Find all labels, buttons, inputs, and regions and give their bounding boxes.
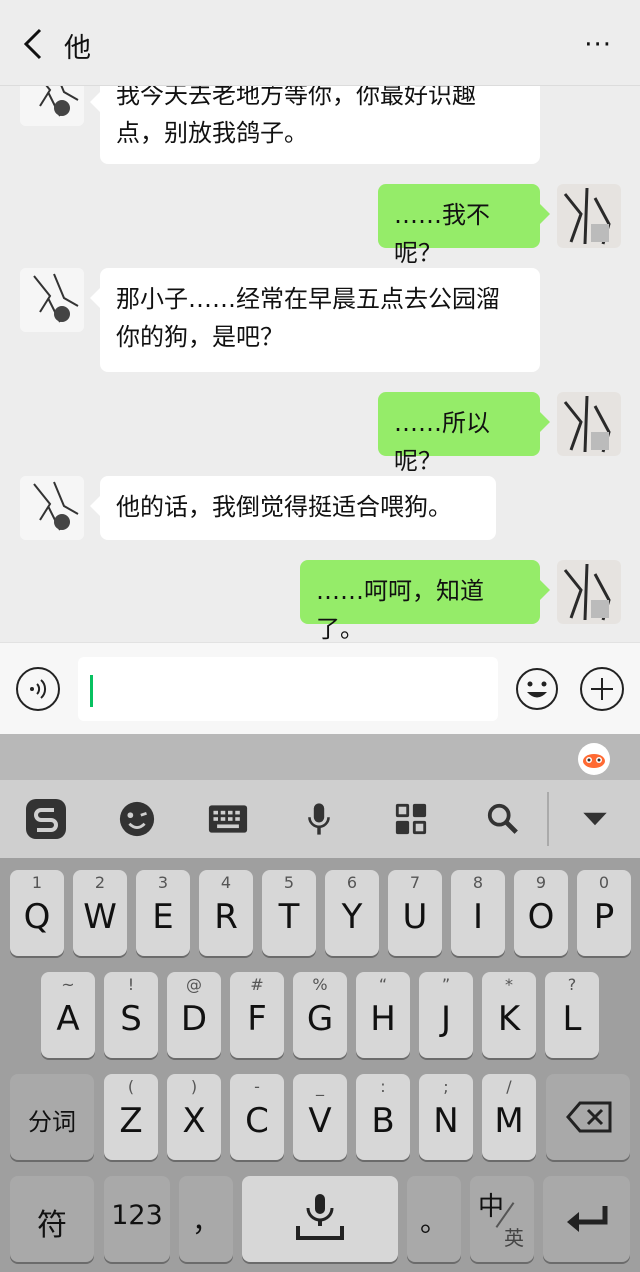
key-x[interactable]: ) X	[167, 1074, 221, 1160]
key-y[interactable]: 6Y	[325, 870, 379, 956]
message-line: ……呵呵，知道了。	[316, 577, 484, 642]
period-key[interactable]: 。	[407, 1176, 461, 1262]
message-bubble-incoming[interactable]: 那小子……经常在早晨五点去公园溜 你的狗，是吧？	[90, 268, 540, 372]
key-i[interactable]: 8I	[451, 870, 505, 956]
search-icon[interactable]	[482, 798, 524, 840]
message-line: 那小子……经常在早晨五点去公园溜	[116, 285, 500, 313]
keyboard-toolbar	[0, 780, 640, 858]
keyboard: 1Q 2W 3E 4R 5T 6Y 7U 8I 9O 0P ~ A ! S @ D #…	[0, 858, 640, 1272]
key-u[interactable]: 7U	[388, 870, 442, 956]
keyboard-suggestion-bar	[0, 734, 640, 780]
keyboard-icon[interactable]	[206, 798, 250, 840]
chat-title: 他	[64, 33, 91, 64]
key-k[interactable]: * K	[482, 972, 536, 1058]
my-avatar[interactable]	[557, 184, 621, 248]
key-f[interactable]: # F	[230, 972, 284, 1058]
comma-key[interactable]: ，	[179, 1176, 233, 1262]
contact-avatar[interactable]	[20, 268, 84, 332]
contact-avatar[interactable]	[20, 476, 84, 540]
key-w[interactable]: 2W	[73, 870, 127, 956]
key-o[interactable]: 9O	[514, 870, 568, 956]
my-avatar[interactable]	[557, 560, 621, 624]
key-v[interactable]: _ V	[293, 1074, 347, 1160]
enter-key[interactable]	[543, 1176, 630, 1262]
message-line: ……所以呢？	[394, 409, 490, 475]
backspace-key[interactable]	[546, 1074, 630, 1160]
message-list: 我今天去老地方等你，你最好识趣 点，别放我鸽子。 ……我不呢？ 那小子……经常在…	[0, 86, 640, 642]
key-s[interactable]: ! S	[104, 972, 158, 1058]
chat-header: 他 ···	[0, 0, 640, 86]
more-functions-icon[interactable]	[580, 667, 624, 711]
backspace-icon	[566, 1101, 612, 1133]
message-bubble-outgoing[interactable]: ……呵呵，知道了。	[300, 560, 550, 642]
emoji-icon[interactable]	[515, 667, 559, 711]
sogou-logo-icon[interactable]	[24, 798, 68, 840]
input-bar	[0, 642, 640, 734]
key-e[interactable]: 3E	[136, 870, 190, 956]
key-t[interactable]: 5T	[262, 870, 316, 956]
key-j[interactable]: ” J	[419, 972, 473, 1058]
key-a[interactable]: ~ A	[41, 972, 95, 1058]
message-line: 我今天去老地方等你，你最好识趣	[116, 86, 476, 109]
key-c[interactable]: -C	[230, 1074, 284, 1160]
text-caret	[90, 675, 93, 707]
number-key[interactable]: 123	[104, 1176, 170, 1262]
key-n[interactable]: ; N	[419, 1074, 473, 1160]
message-bubble-incoming[interactable]: 我今天去老地方等你，你最好识趣 点，别放我鸽子。	[90, 86, 540, 164]
key-p[interactable]: 0P	[577, 870, 631, 956]
key-z[interactable]: (Z	[104, 1074, 158, 1160]
space-voice-key[interactable]	[242, 1176, 398, 1262]
toolbar-divider	[547, 792, 549, 846]
contact-avatar[interactable]	[20, 86, 84, 126]
message-bubble-incoming[interactable]: 他的话，我倒觉得挺适合喂狗。	[90, 476, 496, 540]
key-l[interactable]: ? L	[545, 972, 599, 1058]
message-line: ……我不呢？	[394, 201, 490, 267]
english-label: 英	[504, 1226, 524, 1250]
key-h[interactable]: “H	[356, 972, 410, 1058]
voice-input-icon[interactable]	[16, 667, 60, 711]
message-line: 他的话，我倒觉得挺适合喂狗。	[116, 493, 452, 521]
message-bubble-outgoing[interactable]: ……我不呢？	[378, 184, 550, 267]
apps-icon[interactable]	[390, 798, 432, 840]
language-switch-key[interactable]: 中 英	[470, 1176, 534, 1262]
collapse-keyboard-icon[interactable]	[574, 798, 616, 840]
key-g[interactable]: % G	[293, 972, 347, 1058]
segment-key[interactable]: 分词	[10, 1074, 94, 1160]
key-d[interactable]: @ D	[167, 972, 221, 1058]
message-line: 点，别放我鸽子。	[116, 119, 308, 147]
message-line: 你的狗，是吧？	[116, 323, 284, 351]
my-avatar[interactable]	[557, 392, 621, 456]
key-m[interactable]: / M	[482, 1074, 536, 1160]
more-options-icon[interactable]: ···	[584, 30, 612, 60]
key-q[interactable]: 1Q	[10, 870, 64, 956]
emoticon-icon[interactable]	[116, 798, 158, 840]
microphone-space-icon	[296, 1194, 344, 1240]
enter-icon	[567, 1206, 608, 1232]
microphone-icon[interactable]	[298, 798, 340, 840]
back-icon[interactable]	[18, 26, 50, 62]
chinese-label: 中	[478, 1192, 505, 1222]
message-bubble-outgoing[interactable]: ……所以呢？	[378, 392, 550, 475]
sogou-mascot-icon[interactable]	[576, 740, 612, 776]
symbol-key[interactable]: 符	[10, 1176, 94, 1262]
key-r[interactable]: 4R	[199, 870, 253, 956]
message-input[interactable]	[78, 657, 498, 721]
key-b[interactable]: :B	[356, 1074, 410, 1160]
